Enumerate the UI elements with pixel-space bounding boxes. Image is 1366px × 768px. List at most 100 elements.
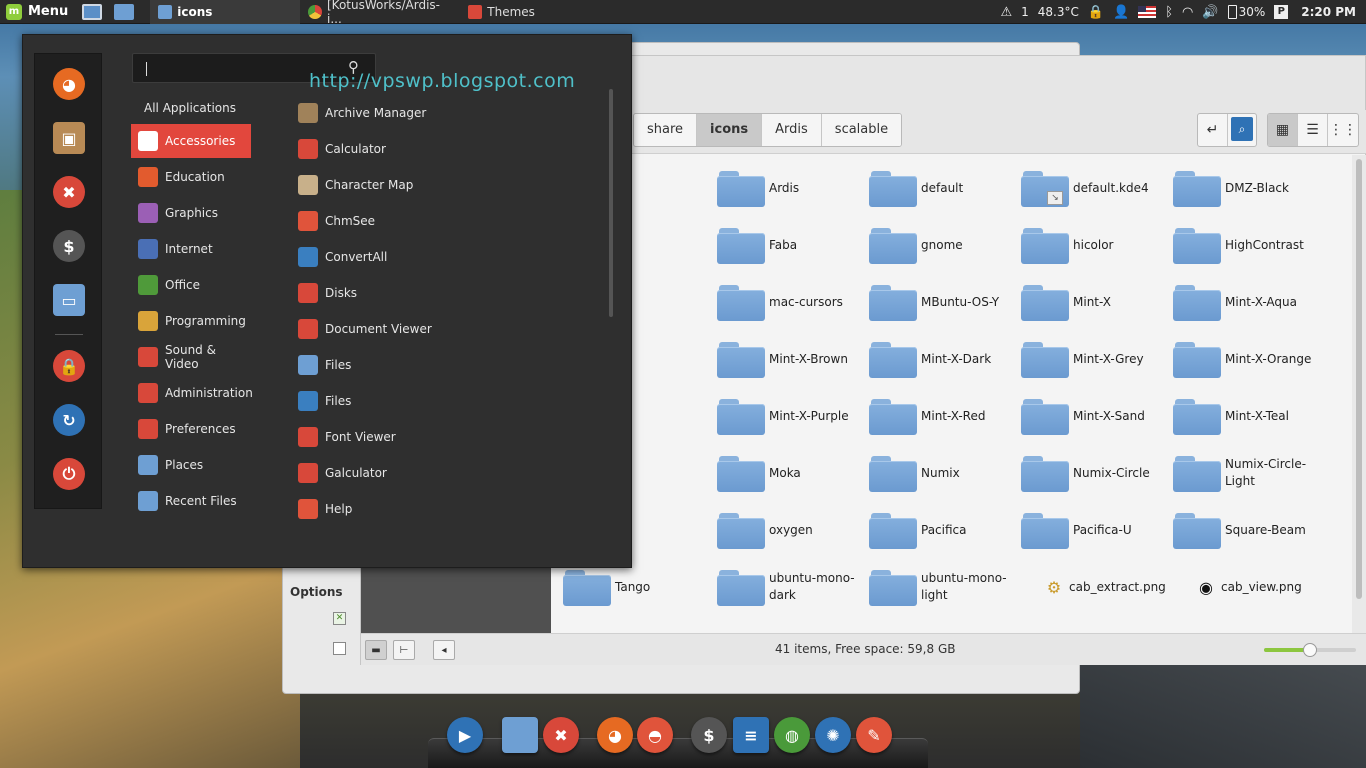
app-files[interactable]: Files	[298, 385, 598, 417]
parking-icon[interactable]: P	[1274, 5, 1289, 19]
power-icon[interactable]: ⏻	[53, 458, 85, 490]
file-item[interactable]: oxygen	[717, 507, 867, 553]
list-view-icon[interactable]: ☰	[1298, 114, 1328, 146]
app-chmsee[interactable]: ChmSee	[298, 205, 598, 237]
category-education[interactable]: Education	[131, 160, 251, 194]
file-item[interactable]: Mint-X-Purple	[717, 393, 867, 439]
app-disks[interactable]: Disks	[298, 277, 598, 309]
file-item[interactable]: hicolor	[1021, 222, 1171, 268]
file-item[interactable]: Faba	[717, 222, 867, 268]
app-convertall[interactable]: ConvertAll	[298, 241, 598, 273]
app-help[interactable]: Help	[298, 493, 598, 525]
lock-icon[interactable]: 🔒	[1088, 5, 1104, 20]
terminal-icon[interactable]: $	[53, 230, 85, 262]
category-graphics[interactable]: Graphics	[131, 196, 251, 230]
file-item[interactable]: Numix	[869, 450, 1019, 496]
file-item[interactable]: ⚙ cab_extract.png	[1021, 564, 1171, 610]
option-checkbox[interactable]	[333, 642, 346, 655]
file-item[interactable]: mac-cursors	[717, 279, 867, 325]
menu-button[interactable]: m Menu	[0, 3, 76, 20]
file-item[interactable]: Mint-X-Grey	[1021, 336, 1171, 382]
file-item[interactable]: Mint-X	[1021, 279, 1171, 325]
zoom-knob[interactable]	[1303, 643, 1317, 657]
file-item[interactable]: default	[869, 165, 1019, 211]
search-toggle-icon[interactable]: ⌕	[1231, 117, 1253, 141]
option-checkbox-checked[interactable]: ✕	[333, 612, 346, 625]
file-item[interactable]: Pacifica	[869, 507, 1019, 553]
file-item[interactable]: Square-Beam	[1173, 507, 1323, 553]
file-item[interactable]: gnome	[869, 222, 1019, 268]
file-item[interactable]: Mint-X-Teal	[1173, 393, 1323, 439]
category-internet[interactable]: Internet	[131, 232, 251, 266]
file-item[interactable]: Mint-X-Aqua	[1173, 279, 1323, 325]
dock-pencil-icon[interactable]: ✎	[856, 717, 892, 753]
menu-scrollbar[interactable]	[609, 89, 613, 317]
compact-view-icon[interactable]: ⋮⋮	[1328, 114, 1358, 146]
file-item[interactable]: ◉ cab_view.png	[1173, 564, 1323, 610]
file-item[interactable]: Mint-X-Brown	[717, 336, 867, 382]
file-item[interactable]: ↘ default.kde4	[1021, 165, 1171, 211]
category-programming[interactable]: Programming	[131, 304, 251, 338]
app-galculator[interactable]: Galculator	[298, 457, 598, 489]
task-chrome[interactable]: [KotusWorks/Ardis-i...	[300, 0, 460, 26]
dock-aperture-icon[interactable]: ✺	[815, 717, 851, 753]
category-sound-video[interactable]: Sound & Video	[131, 340, 251, 374]
file-item[interactable]: ubuntu-mono-light	[869, 564, 1019, 610]
dock-media-player-icon[interactable]: ▶	[447, 717, 483, 753]
file-item[interactable]: Mint-X-Red	[869, 393, 1019, 439]
scrollbar[interactable]	[1352, 155, 1366, 633]
file-item[interactable]: Numix-Circle-Light	[1173, 450, 1323, 496]
wifi-icon[interactable]: ◠	[1182, 5, 1193, 20]
alert-icon[interactable]: ⚠	[1000, 5, 1012, 20]
dock-folder-icon[interactable]	[502, 717, 538, 753]
all-applications[interactable]: All Applications	[144, 101, 236, 115]
temperature[interactable]: 48.3°C	[1038, 5, 1079, 19]
file-item[interactable]: HighContrast	[1173, 222, 1323, 268]
places-toggle-icon[interactable]: ▬	[365, 640, 387, 660]
file-item[interactable]: ubuntu-mono-dark	[717, 564, 867, 610]
file-item[interactable]: Mint-X-Dark	[869, 336, 1019, 382]
breadcrumb-item-share[interactable]: share	[634, 114, 698, 146]
lock-icon[interactable]: 🔒	[53, 350, 85, 382]
dock-terminal-icon[interactable]: $	[691, 717, 727, 753]
app-document-viewer[interactable]: Document Viewer	[298, 313, 598, 345]
file-item[interactable]: Mint-X-Sand	[1021, 393, 1171, 439]
logout-icon[interactable]: ↻	[53, 404, 85, 436]
zoom-slider[interactable]	[1264, 643, 1356, 657]
bluetooth-icon[interactable]: ᛒ	[1165, 5, 1173, 20]
file-item[interactable]: Pacifica-U	[1021, 507, 1171, 553]
dock-bird-icon[interactable]: ◓	[637, 717, 673, 753]
category-administration[interactable]: Administration	[131, 376, 253, 410]
flag-icon[interactable]	[1138, 6, 1157, 18]
app-font-viewer[interactable]: Font Viewer	[298, 421, 598, 453]
firefox-icon[interactable]: ◕	[53, 68, 85, 100]
dock-tools-icon[interactable]: ✖	[543, 717, 579, 753]
tools-icon[interactable]: ✖	[53, 176, 85, 208]
battery-indicator[interactable]: 30%	[1227, 5, 1265, 19]
scrollbar-thumb[interactable]	[1356, 159, 1362, 599]
category-accessories[interactable]: Accessories	[131, 124, 251, 158]
tree-toggle-icon[interactable]: ⊢	[393, 640, 415, 660]
breadcrumb-item-scalable[interactable]: scalable	[821, 114, 902, 146]
show-desktop-icon[interactable]	[82, 3, 103, 20]
hide-sidebar-icon[interactable]: ◂	[433, 640, 455, 660]
dock-writer-icon[interactable]: ≡	[733, 717, 769, 753]
task-icons[interactable]: icons	[150, 0, 301, 24]
category-preferences[interactable]: Preferences	[131, 412, 251, 446]
app-calculator[interactable]: Calculator	[298, 133, 598, 165]
file-item[interactable]: DMZ-Black	[1173, 165, 1323, 211]
breadcrumb-item-icons[interactable]: icons	[697, 114, 763, 146]
file-item[interactable]: Tango	[563, 564, 713, 610]
dock-chrome-icon[interactable]: ◍	[774, 717, 810, 753]
package-icon[interactable]: ▣	[53, 122, 85, 154]
clock[interactable]: 2:20 PM	[1301, 5, 1356, 19]
app-files[interactable]: Files	[298, 349, 598, 381]
folder-icon[interactable]: ▭	[53, 284, 85, 316]
category-places[interactable]: Places	[131, 448, 251, 482]
file-item[interactable]: Moka	[717, 450, 867, 496]
file-item[interactable]: MBuntu-OS-Y	[869, 279, 1019, 325]
file-item[interactable]: Numix-Circle	[1021, 450, 1171, 496]
task-themes[interactable]: Themes	[460, 0, 543, 24]
app-character-map[interactable]: Character Map	[298, 169, 598, 201]
folder-icon[interactable]	[114, 3, 135, 20]
